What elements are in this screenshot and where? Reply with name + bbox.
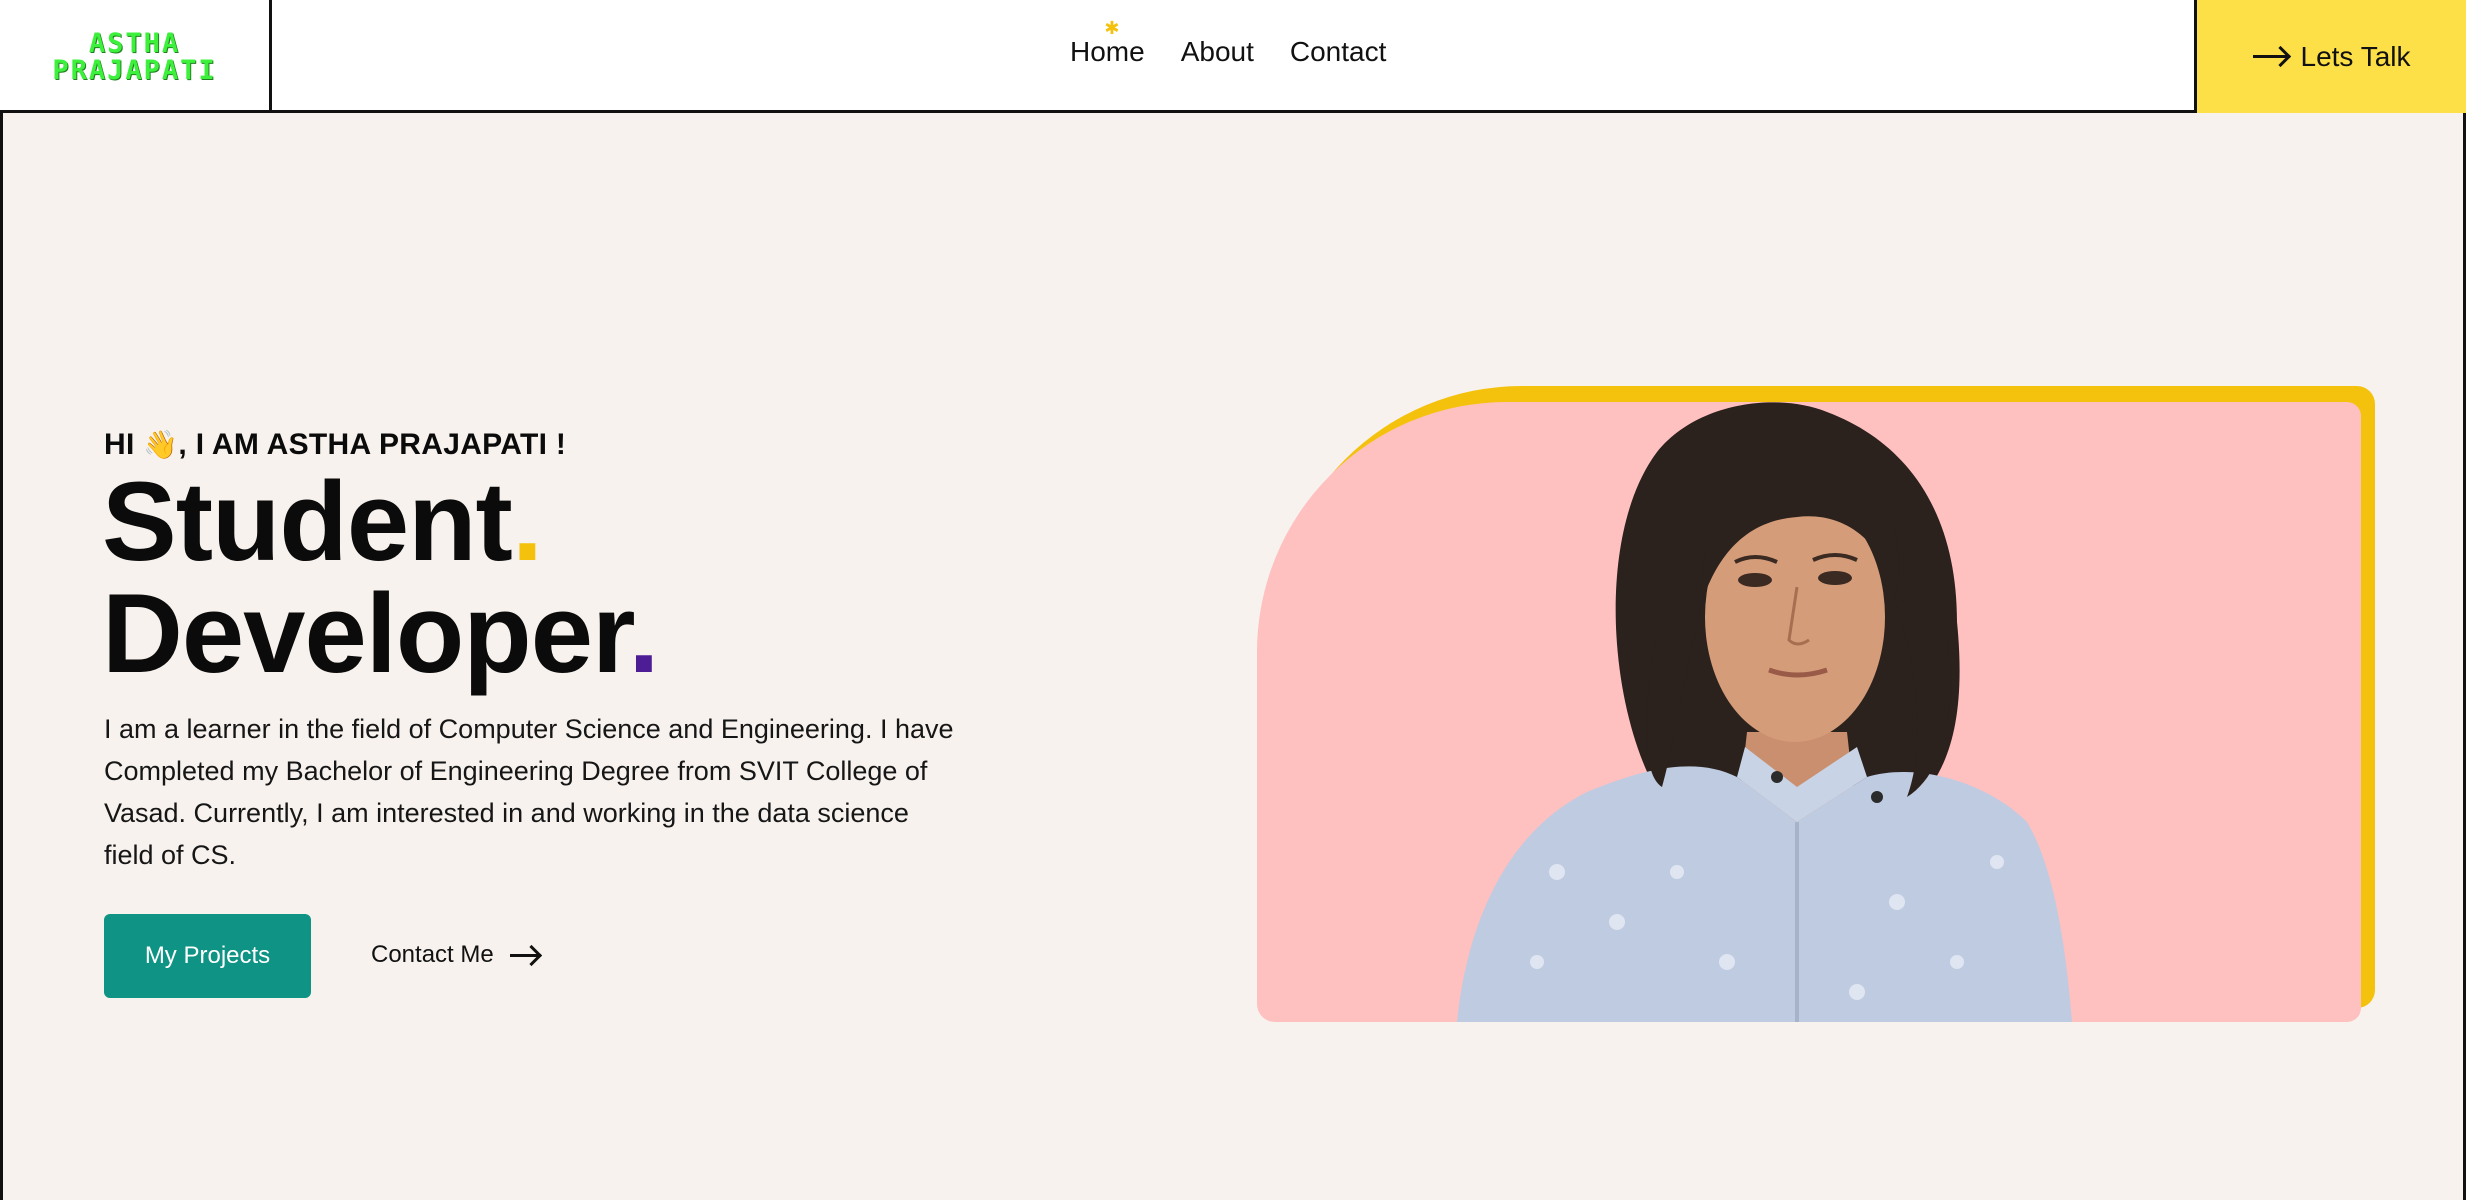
main-nav: ✱ Home About Contact (1070, 19, 1387, 68)
headline-dot-purple: . (628, 571, 659, 696)
headline-line-2: Developer. (102, 578, 660, 690)
logo-line-1: ASTHA (88, 27, 181, 59)
lets-talk-button[interactable]: Lets Talk (2194, 0, 2466, 113)
contact-me-link[interactable]: Contact Me (371, 941, 538, 969)
logo[interactable]: ASTHA PRAJAPATI (0, 0, 272, 113)
hero-headline: Student. Developer. (102, 466, 660, 690)
headline-word-developer: Developer (102, 571, 629, 696)
arrow-right-icon (509, 953, 538, 957)
nav-item-about[interactable]: About (1181, 36, 1254, 68)
greeting-prefix: HI (104, 428, 135, 461)
my-projects-label: My Projects (144, 942, 271, 969)
waving-hand-icon: 👋 (143, 429, 179, 460)
star-icon: ✱ (1104, 18, 1120, 38)
hero-greeting: HI 👋, I AM ASTHA PRAJAPATI ! (104, 428, 566, 462)
portrait-photo (1457, 402, 2072, 1022)
headline-dot-yellow: . (511, 459, 543, 584)
my-projects-button[interactable]: My Projects (104, 914, 311, 998)
nav-item-home-label: Home (1070, 36, 1145, 67)
logo-line-2: PRAJAPATI (52, 54, 217, 86)
hero-description: I am a learner in the field of Computer … (104, 714, 954, 870)
nav-item-about-label: About (1180, 36, 1254, 67)
lets-talk-label: Lets Talk (2300, 40, 2411, 72)
site-header: ASTHA PRAJAPATI ✱ Home About Contact Let… (0, 0, 2466, 113)
greeting-suffix: , I AM ASTHA PRAJAPATI ! (178, 428, 567, 461)
nav-item-contact[interactable]: Contact (1290, 36, 1387, 68)
portrait-card (1257, 402, 2361, 1022)
contact-me-label: Contact Me (371, 941, 494, 968)
nav-item-home[interactable]: ✱ Home (1070, 19, 1145, 68)
arrow-right-icon (2252, 55, 2287, 58)
headline-line-1: Student. (102, 466, 659, 578)
headline-word-student: Student (102, 459, 513, 584)
nav-item-contact-label: Contact (1289, 36, 1387, 67)
